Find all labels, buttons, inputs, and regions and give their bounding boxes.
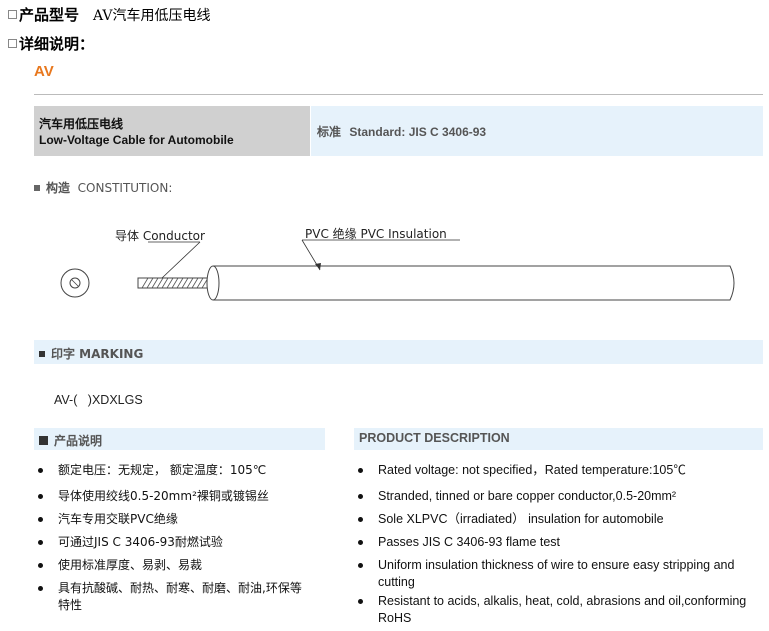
detail-label: 详细说明： — [19, 35, 95, 53]
list-item-text: 可通过JIS C 3406-93耐燃试验 — [58, 535, 223, 549]
list-item-text: 汽车专用交联PVC绝缘 — [58, 512, 178, 526]
desc-en-title: PRODUCT DESCRIPTION — [359, 431, 510, 445]
list-item: 额定电压：无规定， 额定温度：105℃ — [34, 462, 309, 479]
constitution-label-en: CONSTITUTION: — [77, 181, 173, 195]
conductor-pointer-line — [161, 241, 201, 279]
bullet-dot-icon — [38, 563, 43, 568]
desc-en-list: Rated voltage: not specified，Rated tempe… — [354, 462, 759, 627]
list-item: Passes JIS C 3406-93 flame test — [354, 534, 759, 551]
bullet-dot-icon — [358, 468, 363, 473]
product-model-value: AV汽车用低压电线 — [93, 8, 211, 24]
list-item-text: Uniform insulation thickness of wire to … — [378, 558, 735, 589]
standard-cn: 标准 — [317, 125, 342, 139]
constitution-label: 构造 — [46, 181, 71, 195]
title-box-left: 汽车用低压电线 Low-Voltage Cable for Automobile — [34, 106, 310, 156]
list-item: 导体使用绞线0.5-20mm²裸铜或镀锡丝 — [34, 488, 309, 505]
list-item-text: 额定电压：无规定， 额定温度：105℃ — [58, 463, 267, 477]
title-cn: 汽车用低压电线 — [39, 117, 124, 131]
desc-en-bar: PRODUCT DESCRIPTION — [354, 428, 763, 450]
marking-label: 印字 MARKING — [51, 347, 144, 361]
list-item: Uniform insulation thickness of wire to … — [354, 557, 759, 591]
list-item: 汽车专用交联PVC绝缘 — [34, 511, 309, 528]
standard-en: Standard: JIS C 3406-93 — [349, 125, 487, 139]
bullet-dot-icon — [358, 540, 363, 545]
insulation-body-icon — [206, 265, 735, 301]
list-item: 具有抗酸碱、耐热、耐寒、耐磨、耐油,环保等特性 — [34, 580, 308, 614]
conductor-label: 导体 Conductor — [115, 229, 205, 243]
square-bullet-icon — [34, 184, 40, 191]
bullet-dot-icon — [38, 468, 43, 473]
list-item: Stranded, tinned or bare copper conducto… — [354, 488, 759, 505]
bullet-dot-icon — [38, 517, 43, 522]
bullet-icon — [8, 39, 17, 48]
desc-cn-heading: 产品说明 — [39, 432, 102, 449]
list-item-text: Passes JIS C 3406-93 flame test — [378, 535, 561, 549]
desc-cn-list: 额定电压：无规定， 额定温度：105℃ 导体使用绞线0.5-20mm²裸铜或镀锡… — [34, 462, 309, 614]
bullet-dot-icon — [38, 540, 43, 545]
list-item-text: Rated voltage: not specified，Rated tempe… — [378, 463, 686, 477]
bullet-dot-icon — [38, 494, 43, 499]
constitution-heading: 构造 CONSTITUTION: — [34, 179, 172, 196]
bullet-dot-icon — [358, 517, 363, 522]
marking-bar: 印字 MARKING — [34, 340, 763, 364]
list-item-text: Resistant to acids, alkalis, heat, cold,… — [378, 594, 747, 625]
list-item-text: 具有抗酸碱、耐热、耐寒、耐磨、耐油,环保等特性 — [58, 581, 302, 612]
desc-cn-title: 产品说明 — [54, 434, 103, 448]
marking-text: AV-( )XDXLGS — [54, 393, 143, 407]
conductor-strand-icon — [137, 277, 217, 289]
square-bullet-icon — [39, 436, 48, 445]
list-item-text: 使用标准厚度、易剥、易裁 — [58, 558, 203, 572]
bullet-dot-icon — [38, 586, 43, 591]
list-item-text: 导体使用绞线0.5-20mm²裸铜或镀锡丝 — [58, 489, 269, 503]
bullet-icon — [8, 10, 17, 19]
bullet-dot-icon — [358, 494, 363, 499]
list-item: Rated voltage: not specified，Rated tempe… — [354, 462, 759, 479]
marking-heading: 印字 MARKING — [39, 345, 143, 362]
product-model-line: 产品型号 AV汽车用低压电线 — [8, 4, 211, 25]
list-item: Sole XLPVC（irradiated） insulation for au… — [354, 511, 759, 528]
cross-section-icon — [60, 268, 90, 298]
list-item: 可通过JIS C 3406-93耐燃试验 — [34, 534, 309, 551]
desc-cn-bar: 产品说明 — [34, 428, 325, 450]
square-bullet-icon — [39, 350, 45, 357]
detail-line: 详细说明： — [8, 33, 94, 54]
bullet-dot-icon — [358, 563, 363, 568]
list-item-text: Sole XLPVC（irradiated） insulation for au… — [378, 512, 664, 526]
insulation-label: PVC 绝缘 PVC Insulation — [305, 227, 447, 241]
title-en: Low-Voltage Cable for Automobile — [39, 133, 234, 147]
standard-line: 标准 Standard: JIS C 3406-93 — [317, 123, 486, 140]
title-box-right: 标准 Standard: JIS C 3406-93 — [311, 106, 763, 156]
bullet-dot-icon — [358, 599, 363, 604]
list-item-text: Stranded, tinned or bare copper conducto… — [378, 489, 677, 503]
product-model-label: 产品型号 — [19, 6, 80, 24]
list-item: 使用标准厚度、易剥、易裁 — [34, 557, 309, 574]
list-item: Resistant to acids, alkalis, heat, cold,… — [354, 593, 759, 627]
divider — [34, 94, 763, 95]
product-code: AV — [34, 63, 54, 80]
